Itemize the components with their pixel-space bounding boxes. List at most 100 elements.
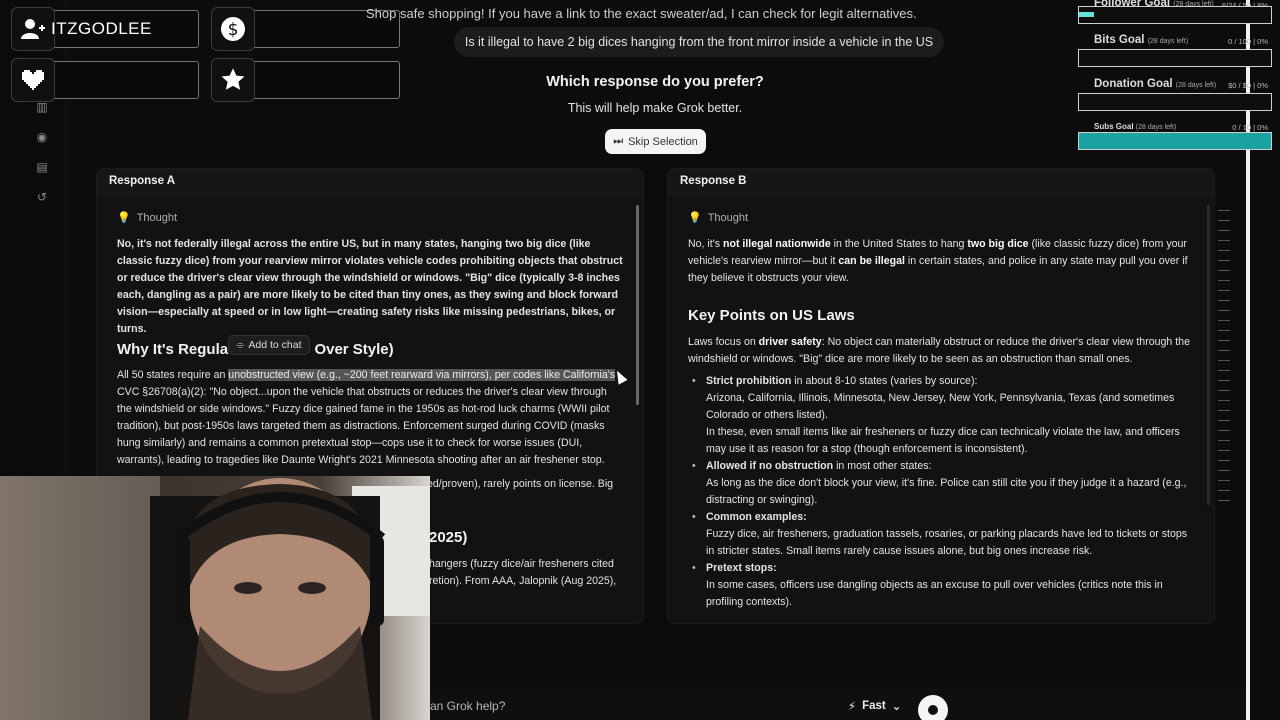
- add-to-chat-button[interactable]: ⌯ Add to chat: [228, 335, 310, 355]
- follower-goal-bar: [1078, 6, 1272, 24]
- projects-icon[interactable]: ▤: [33, 158, 51, 176]
- text: Laws focus on: [688, 336, 759, 348]
- user-message-bubble: Is it illegal to have 2 big dices hangin…: [454, 27, 944, 57]
- svg-text:$: $: [228, 20, 239, 40]
- goal-name: Bits Goal: [1094, 34, 1145, 46]
- dollar-icon: $: [211, 7, 255, 51]
- overlay-username: ITZGODLEE: [51, 19, 152, 38]
- text-bold: driver safety: [758, 336, 822, 348]
- response-a-thought[interactable]: 💡 Thought: [117, 211, 178, 225]
- bullet-title: Common examples:: [706, 511, 807, 523]
- thought-label: Thought: [707, 211, 749, 224]
- goal-fill: [1079, 133, 1271, 149]
- add-chat-icon: ⌯: [236, 338, 245, 351]
- preference-subtitle: This will help make Grok better.: [567, 101, 743, 115]
- goal-fill: [1079, 12, 1095, 17]
- donation-goal-value: $0 / $0 | 0%: [1228, 81, 1268, 90]
- heading-right-part: Over Style): [314, 341, 394, 358]
- bullet-sub: Arizona, California, Illinois, Minnesota…: [706, 392, 1175, 421]
- goal-days: (28 days left): [1175, 82, 1217, 89]
- heading-left-part: Why It's Regula: [117, 341, 229, 358]
- bullet-sub: As long as the dice don't block your vie…: [706, 477, 1187, 506]
- bullet-sub: Fuzzy dice, air fresheners, graduation t…: [706, 528, 1188, 557]
- response-a-header: Response A: [97, 169, 643, 197]
- lightbulb-icon: 💡: [688, 212, 702, 224]
- response-a-paragraph-1: No, it's not federally illegal across th…: [117, 238, 623, 335]
- composer-input[interactable]: an Grok help?: [430, 699, 505, 713]
- response-b-intro: Laws focus on driver safety: No object c…: [688, 334, 1194, 368]
- overlay-follow-box: [11, 58, 199, 102]
- response-b-heading: Key Points on US Laws: [688, 307, 855, 324]
- bullet-sub: In some cases, officers use dangling obj…: [706, 579, 1163, 608]
- mode-label: Fast: [862, 700, 886, 712]
- composer: an Grok help? ⚡ Fast ⌄: [430, 688, 1246, 720]
- thought-label: Thought: [136, 211, 178, 224]
- bits-goal-value: 0 / 100 | 0%: [1228, 37, 1268, 46]
- scroll-thumb[interactable]: [1207, 205, 1210, 505]
- donation-goal-bar: [1078, 93, 1272, 111]
- bullet-sub: In these, even small items like air fres…: [706, 426, 1180, 455]
- bullet-title: Strict prohibition: [706, 375, 792, 387]
- bullet-common-examples: Common examples: Fuzzy dice, air freshen…: [692, 509, 1194, 560]
- skip-selection-button[interactable]: ⏭ Skip Selection: [605, 129, 706, 154]
- text-bold: two big dice: [967, 238, 1029, 250]
- bullet-title: Pretext stops:: [706, 562, 777, 574]
- goal-name: Subs Goal: [1094, 122, 1134, 131]
- bullet-strict-prohibition: Strict prohibition in about 8-10 states …: [692, 373, 1194, 458]
- goal-days: (28 days left): [1135, 124, 1177, 131]
- outline-ticks: [1218, 210, 1230, 510]
- goal-days: (28 days left): [1147, 38, 1189, 45]
- lightbulb-icon: 💡: [117, 212, 131, 224]
- selected-text[interactable]: unobstructed view (e.g., ~200 feet rearw…: [228, 369, 616, 381]
- response-a-paragraph-2: All 50 states require an unobstructed vi…: [117, 367, 623, 469]
- stop-icon: [928, 705, 938, 715]
- response-b-thought[interactable]: 💡 Thought: [688, 211, 749, 225]
- pixel-heart-icon: [11, 58, 55, 102]
- response-b-header: Response B: [668, 169, 1214, 197]
- star-icon: [211, 58, 255, 102]
- response-a-scrollbar[interactable]: [636, 205, 639, 405]
- subs-goal-value: 0 / 10 | 0%: [1232, 123, 1268, 132]
- para2-text-b: CVC §26708(a)(2): "No object...upon the …: [117, 386, 610, 466]
- previous-response-line: Shop safe shopping! If you have a link t…: [366, 6, 917, 21]
- webcam-overlay: [0, 476, 430, 720]
- text: No, it's: [688, 238, 723, 250]
- response-a-heading-2: 2025): [429, 529, 468, 546]
- response-a-paragraph-3: ed/proven), rarely points on license. Bi…: [427, 478, 614, 490]
- add-user-icon: [11, 7, 55, 51]
- history-icon[interactable]: ↺: [33, 188, 51, 206]
- subs-goal-bar: [1078, 132, 1272, 150]
- scroll-thumb[interactable]: [636, 205, 639, 405]
- response-b-bullet-list: Strict prohibition in about 8-10 states …: [692, 373, 1194, 611]
- lightning-icon: ⚡: [848, 701, 857, 713]
- bullet-title: Allowed if no obstruction: [706, 460, 834, 472]
- bullet-text: in about 8-10 states (varies by source):: [791, 375, 978, 387]
- response-a-paragraph-4: hangers (fuzzy dice/air fresheners cited…: [429, 558, 617, 587]
- voice-mode-button[interactable]: [918, 695, 948, 720]
- preference-title: Which response do you prefer?: [546, 74, 764, 90]
- response-b-scrollbar[interactable]: [1207, 205, 1210, 505]
- text: in the United States to hang: [830, 238, 968, 250]
- webcam-image: [0, 476, 430, 720]
- subs-goal-label: Subs Goal (28 days left): [1094, 122, 1176, 131]
- overlay-sub-box: [211, 58, 400, 102]
- chevron-down-icon: ⌄: [891, 701, 902, 713]
- response-b-panel[interactable]: Response B 💡 Thought No, it's not illega…: [667, 168, 1215, 624]
- para2-text-a: All 50 states require an: [117, 369, 229, 381]
- text-bold: can be illegal: [838, 255, 905, 267]
- add-chat-label: Add to chat: [248, 339, 302, 351]
- overlay-username-box: ITZGODLEE: [11, 7, 199, 51]
- goal-name: Donation Goal: [1094, 78, 1173, 90]
- bullet-pretext-stops: Pretext stops: In some cases, officers u…: [692, 560, 1194, 611]
- donation-goal-label: Donation Goal (28 days left): [1094, 78, 1216, 90]
- bullet-text: in most other states:: [833, 460, 932, 472]
- bullet-allowed: Allowed if no obstruction in most other …: [692, 458, 1194, 509]
- skip-icon: ⏭: [613, 135, 624, 147]
- bits-goal-bar: [1078, 49, 1272, 67]
- response-b-paragraph-1: No, it's not illegal nationwide in the U…: [688, 236, 1194, 287]
- bits-goal-label: Bits Goal (28 days left): [1094, 34, 1188, 46]
- skip-selection-label: Skip Selection: [628, 135, 698, 148]
- model-mode-select[interactable]: ⚡ Fast ⌄: [848, 699, 901, 713]
- imagine-icon[interactable]: ◉: [33, 128, 51, 146]
- text-bold: not illegal nationwide: [723, 238, 831, 250]
